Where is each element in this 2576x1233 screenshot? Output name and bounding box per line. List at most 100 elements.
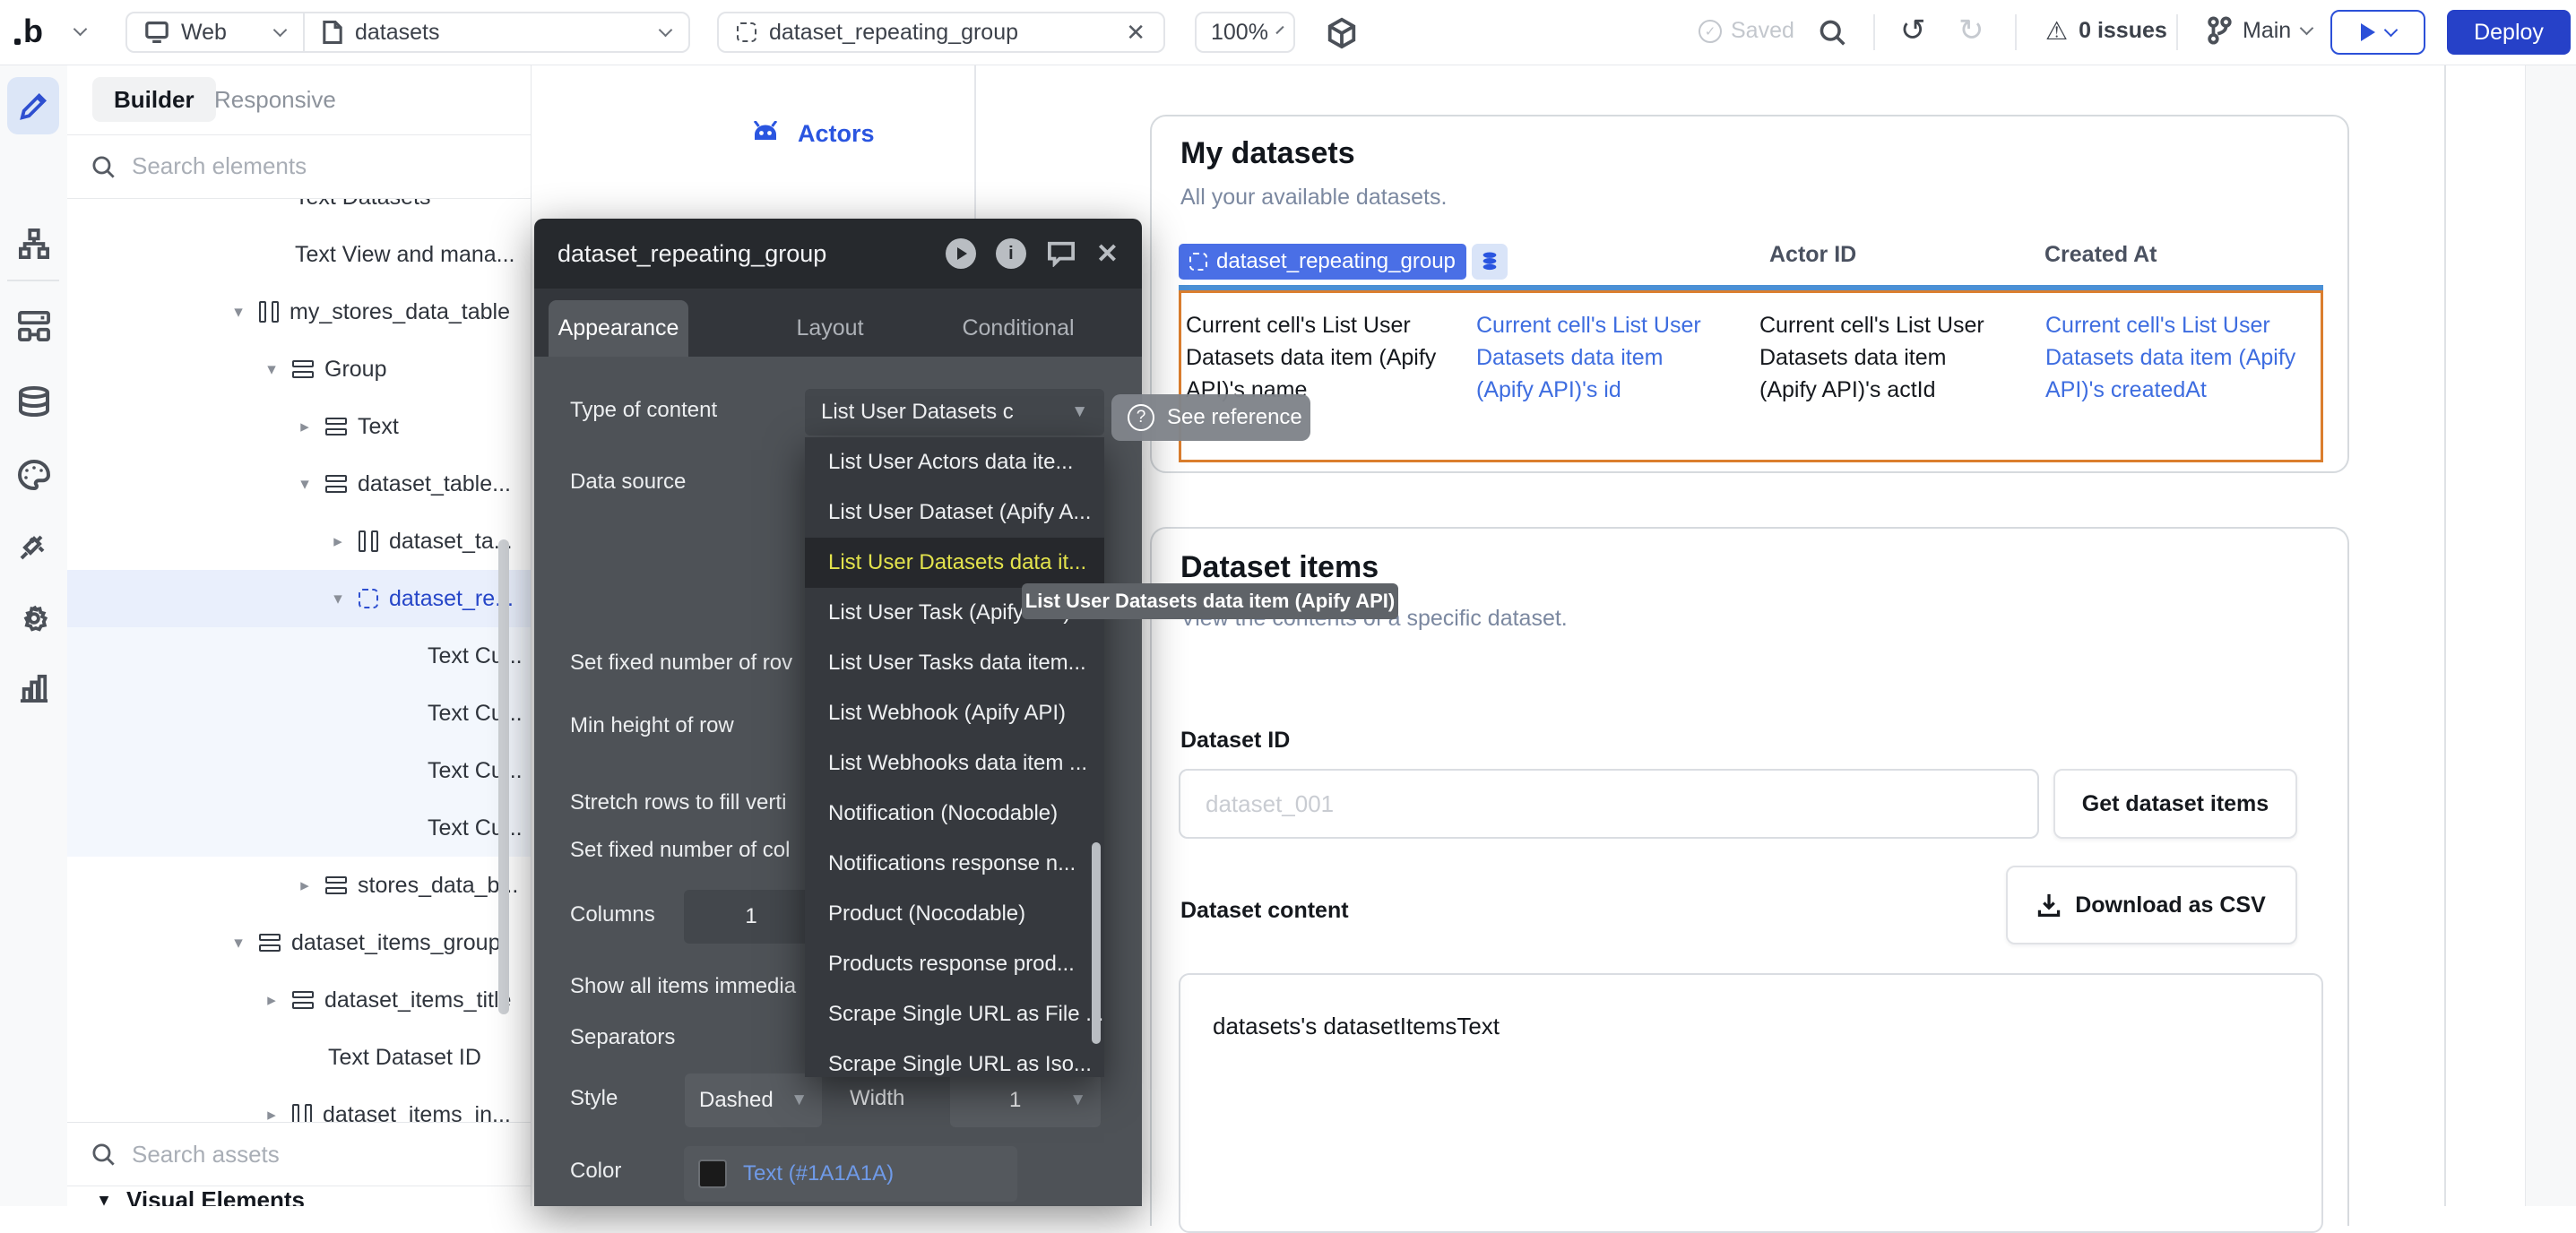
dropdown-option[interactable]: List Webhook (Apify API)	[805, 688, 1104, 738]
separator-width-select[interactable]: 1▼	[950, 1073, 1101, 1127]
tree-item-dataset-table[interactable]: ▾dataset_table...	[67, 455, 531, 513]
close-tab-icon[interactable]: ✕	[1126, 19, 1145, 47]
tree-item-text-cu-2[interactable]: Text Cu...	[67, 685, 531, 742]
deploy-button[interactable]: Deploy	[2447, 10, 2571, 55]
dropdown-option[interactable]: Notifications response n...	[805, 839, 1104, 889]
info-icon[interactable]: i	[996, 238, 1026, 269]
property-panel-header[interactable]: dataset_repeating_group i ✕	[534, 219, 1142, 289]
tree-item-text-cu-1[interactable]: Text Cu...	[67, 627, 531, 685]
cell-name[interactable]: Current cell's List User Datasets data i…	[1186, 309, 1473, 406]
dataset-repeating-group-chip[interactable]: dataset_repeating_group	[1179, 244, 1466, 280]
collapse-arrow-icon[interactable]: ▾	[262, 359, 281, 380]
tree-scrollbar[interactable]	[498, 539, 509, 1014]
width-label: Width	[850, 1086, 904, 1111]
dropdown-option[interactable]: Product (Nocodable)	[805, 889, 1104, 939]
run-icon[interactable]	[946, 238, 976, 269]
tab-layout[interactable]: Layout	[758, 300, 902, 357]
tab-responsive[interactable]: Responsive	[200, 77, 350, 122]
search-icon[interactable]	[1818, 18, 1846, 47]
dropdown-option[interactable]: List Webhooks data item ...	[805, 738, 1104, 789]
platform-select[interactable]: Web	[127, 20, 303, 46]
expand-arrow-icon[interactable]: ▸	[295, 417, 315, 437]
components-icon[interactable]	[16, 308, 52, 344]
preview-button[interactable]	[2330, 10, 2425, 55]
collapse-arrow-icon[interactable]: ▾	[229, 302, 248, 323]
tree-item-text-cu-4[interactable]: Text Cu...	[67, 799, 531, 857]
dropdown-scrollbar[interactable]	[1092, 842, 1101, 1044]
tab-builder[interactable]: Builder	[92, 77, 216, 122]
data-source-badge[interactable]	[1472, 244, 1508, 280]
tree-item-stores-data-b[interactable]: ▸stores_data_b...	[67, 857, 531, 914]
undo-icon[interactable]: ↺	[1900, 13, 1926, 48]
tree-item-text-cu-3[interactable]: Text Cu...	[67, 742, 531, 799]
tree-item-dataset-re-selected[interactable]: ▾dataset_re...	[67, 570, 531, 627]
expand-arrow-icon[interactable]: ▸	[328, 531, 348, 552]
logo-menu-chevron-icon[interactable]	[73, 22, 88, 37]
element-tab[interactable]: dataset_repeating_group ✕	[717, 12, 1165, 53]
tree-item-text-datasets[interactable]: Text Datasets	[67, 199, 531, 226]
pencil-icon[interactable]	[16, 88, 52, 124]
dataset-id-input[interactable]	[1179, 769, 2039, 839]
cell-id[interactable]: Current cell's List User Datasets data i…	[1476, 309, 1723, 406]
tree-item-group[interactable]: ▾Group	[67, 341, 531, 398]
cube-icon[interactable]	[1325, 16, 1359, 50]
plugin-icon[interactable]	[16, 529, 52, 565]
redo-icon[interactable]: ↻	[1958, 13, 1984, 48]
dropdown-option[interactable]: Scrape Single URL as Iso...	[805, 1039, 1104, 1077]
type-of-content-select[interactable]: List User Datasets c ▼	[805, 389, 1104, 435]
collapse-arrow-icon[interactable]: ▾	[229, 933, 248, 953]
dataset-content-box[interactable]: datasets's datasetItemsText	[1179, 973, 2323, 1233]
column-header-created-at: Created At	[2044, 242, 2157, 268]
issues-indicator[interactable]: ⚠ 0 issues	[2045, 16, 2167, 46]
nav-item-actors[interactable]: Actors	[749, 120, 875, 148]
comment-icon[interactable]	[1046, 240, 1076, 267]
separator-color-picker[interactable]: Text (#1A1A1A)	[684, 1146, 1017, 1202]
visual-elements-section[interactable]: ▾ Visual Elements	[94, 1186, 305, 1206]
check-circle-icon: ✓	[1699, 20, 1722, 43]
tree-item-dataset-items-title[interactable]: ▸dataset_items_title	[67, 971, 531, 1029]
repeating-group-selection-outline[interactable]: Current cell's List User Datasets data i…	[1179, 290, 2323, 462]
palette-icon[interactable]	[16, 457, 52, 493]
group-icon	[325, 876, 347, 894]
dataset-content-label: Dataset content	[1180, 898, 1349, 924]
dropdown-option[interactable]: List User Dataset (Apify A...	[805, 487, 1104, 538]
tree-item-dataset-items-group[interactable]: ▾dataset_items_group	[67, 914, 531, 971]
chart-icon[interactable]	[16, 670, 52, 706]
get-dataset-items-button[interactable]: Get dataset items	[2053, 769, 2297, 839]
tree-item-my-stores-data-table[interactable]: ▾my_stores_data_table	[67, 283, 531, 341]
tree-item-dataset-items-in[interactable]: ▸dataset_items_in...	[67, 1086, 531, 1122]
expand-arrow-icon[interactable]: ▸	[262, 1105, 281, 1123]
app-logo[interactable]: b	[23, 13, 43, 50]
expand-arrow-icon[interactable]: ▸	[262, 990, 281, 1011]
gear-icon[interactable]	[16, 600, 52, 636]
dropdown-option[interactable]: List User Actors data ite...	[805, 437, 1104, 487]
download-csv-label: Download as CSV	[2075, 892, 2266, 918]
sitemap-icon[interactable]	[16, 226, 52, 262]
search-assets-input[interactable]	[130, 1140, 456, 1169]
dropdown-option[interactable]: List User Tasks data item...	[805, 638, 1104, 688]
download-csv-button[interactable]: Download as CSV	[2006, 866, 2297, 944]
dropdown-option-highlighted[interactable]: List User Datasets data it...	[805, 538, 1104, 588]
tab-appearance[interactable]: Appearance	[549, 300, 688, 357]
tree-item-text[interactable]: ▸Text	[67, 398, 531, 455]
search-elements-input[interactable]	[130, 151, 456, 181]
collapse-arrow-icon[interactable]: ▾	[328, 589, 348, 609]
expand-arrow-icon[interactable]: ▸	[295, 875, 315, 896]
dropdown-option[interactable]: Scrape Single URL as File ...	[805, 989, 1104, 1039]
separator-style-select[interactable]: Dashed▼	[685, 1073, 822, 1127]
tree-item-text-dataset-id[interactable]: Text Dataset ID	[67, 1029, 531, 1086]
page-select[interactable]: datasets	[305, 20, 688, 46]
close-icon[interactable]: ✕	[1096, 238, 1119, 270]
tree-item-dataset-ta[interactable]: ▸dataset_ta...	[67, 513, 531, 570]
dropdown-option[interactable]: Notification (Nocodable)	[805, 789, 1104, 839]
branch-select[interactable]: Main	[2207, 16, 2312, 45]
columns-stepper[interactable]: 1	[684, 890, 818, 944]
cell-actid[interactable]: Current cell's List User Datasets data i…	[1759, 309, 1997, 406]
tree-item-text-view[interactable]: Text View and mana...	[67, 226, 531, 283]
dropdown-option[interactable]: Products response prod...	[805, 939, 1104, 989]
database-icon[interactable]	[16, 384, 52, 419]
tab-conditional[interactable]: Conditional	[938, 300, 1099, 357]
zoom-select[interactable]: 100%	[1195, 12, 1295, 53]
cell-createdat[interactable]: Current cell's List User Datasets data i…	[2045, 309, 2328, 406]
collapse-arrow-icon[interactable]: ▾	[295, 474, 315, 495]
